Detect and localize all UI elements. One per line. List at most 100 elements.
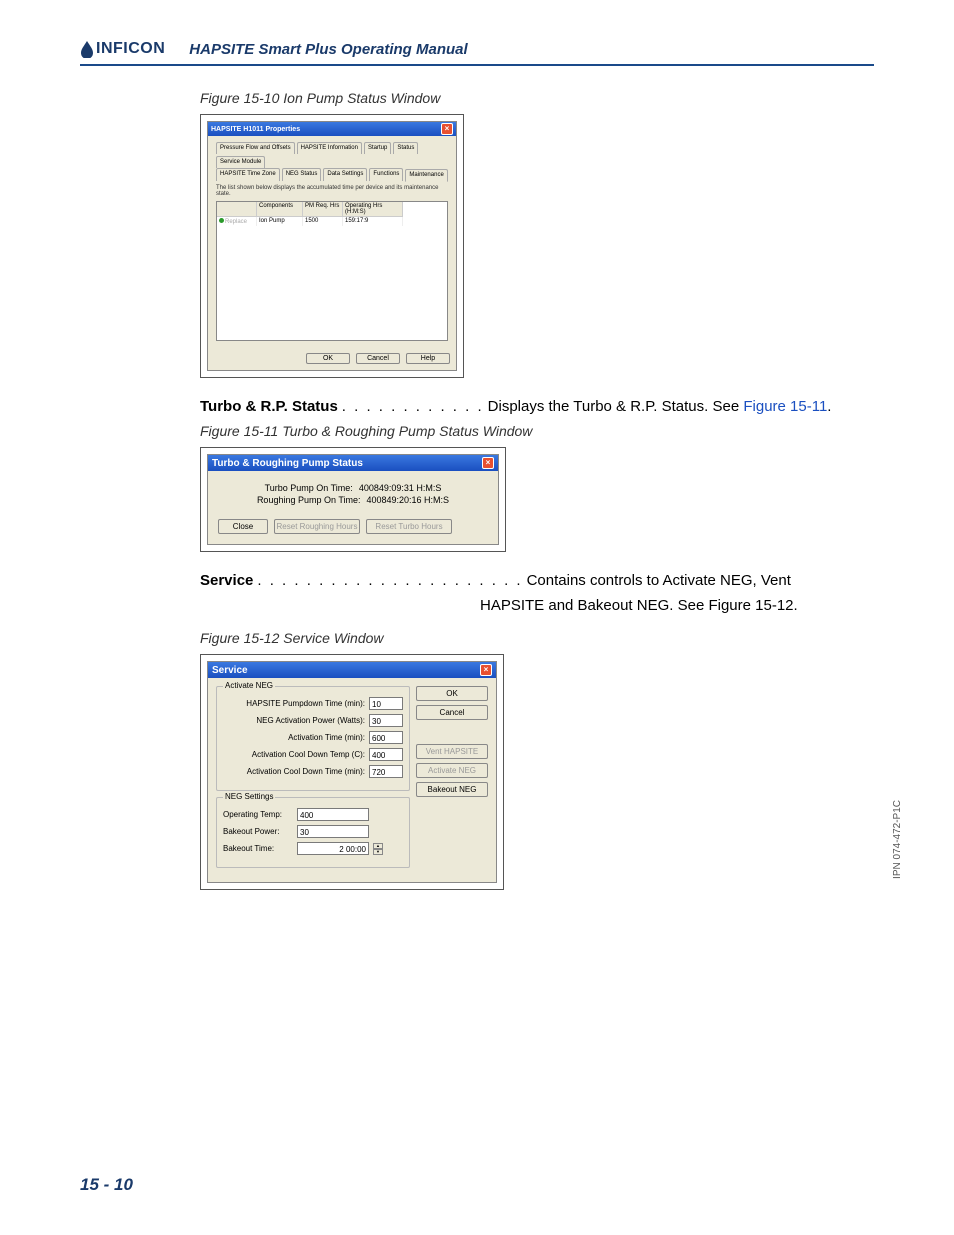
cooldown-temp-input[interactable]: 400: [369, 748, 403, 761]
cooldown-time-label: Activation Cool Down Time (min):: [223, 767, 365, 776]
page-header: INFICON HAPSITE Smart Plus Operating Man…: [80, 40, 874, 66]
figure-15-12-box: Service × Activate NEG HAPSITE Pumpdown …: [200, 654, 504, 890]
turbo-pump-label: Turbo Pump On Time:: [265, 483, 353, 493]
operating-temp-input[interactable]: 400: [297, 808, 369, 821]
op-cell: 159:17:9: [343, 217, 403, 226]
tab-service-module[interactable]: Service Module: [216, 156, 265, 168]
logo-text: INFICON: [96, 40, 165, 58]
tab-hapsite-info[interactable]: HAPSITE Information: [297, 142, 362, 154]
bakeout-neg-button[interactable]: Bakeout NEG: [416, 782, 488, 797]
roughing-pump-row: Roughing Pump On Time: 400849:20:16 H:M:…: [218, 495, 488, 505]
chevron-down-icon[interactable]: ▼: [373, 849, 383, 855]
activation-power-label: NEG Activation Power (Watts):: [223, 716, 365, 725]
close-icon[interactable]: ×: [441, 123, 453, 135]
turbo-dialog-titlebar[interactable]: Turbo & Roughing Pump Status ×: [208, 455, 498, 471]
tab-neg-status[interactable]: NEG Status: [282, 168, 322, 181]
service-entry: Service . . . . . . . . . . . . . . . . …: [200, 572, 874, 589]
bakeout-time-input[interactable]: 2 00:00: [297, 842, 369, 855]
dialog-button-row: OK Cancel Help: [208, 349, 456, 364]
status-cell: Replace: [217, 217, 257, 226]
activation-time-field: Activation Time (min): 600: [223, 731, 403, 744]
col-components: Components: [257, 202, 303, 217]
service-dialog-title: Service: [212, 665, 248, 676]
activation-time-label: Activation Time (min):: [223, 733, 365, 742]
bakeout-power-field: Bakeout Power: 30: [223, 825, 403, 838]
ipn-text: IPN 074-472-P1C: [892, 800, 903, 879]
col-pm: PM Req. Hrs: [303, 202, 343, 217]
activate-neg-legend: Activate NEG: [223, 681, 275, 690]
component-cell: Ion Pump: [257, 217, 303, 226]
cooldown-time-input[interactable]: 720: [369, 765, 403, 778]
logo-droplet-icon: [80, 40, 94, 58]
neg-settings-legend: NEG Settings: [223, 792, 275, 801]
reset-roughing-button[interactable]: Reset Roughing Hours: [274, 519, 360, 534]
cancel-button[interactable]: Cancel: [416, 705, 488, 720]
close-button[interactable]: Close: [218, 519, 268, 534]
pumpdown-input[interactable]: 10: [369, 697, 403, 710]
bakeout-time-spinner[interactable]: ▲ ▼: [373, 843, 383, 855]
page-body: INFICON HAPSITE Smart Plus Operating Man…: [80, 40, 874, 1195]
tab-data-settings[interactable]: Data Settings: [323, 168, 367, 181]
dots: . . . . . . . . . . . .: [338, 398, 488, 415]
inficon-logo: INFICON: [80, 40, 165, 58]
turbo-pump-row: Turbo Pump On Time: 400849:09:31 H:M:S: [218, 483, 488, 493]
figure-15-10-box: HAPSITE H1011 Properties × Pressure Flow…: [200, 114, 464, 378]
neg-settings-fieldset: NEG Settings Operating Temp: 400 Bakeout…: [216, 797, 410, 868]
activate-neg-fieldset: Activate NEG HAPSITE Pumpdown Time (min)…: [216, 686, 410, 791]
service-desc-line2: HAPSITE and Bakeout NEG. See Figure 15-1…: [480, 597, 874, 614]
maintenance-table: Components PM Req. Hrs Operating Hrs (H:…: [216, 201, 448, 341]
maintenance-info-text: The list shown below displays the accumu…: [216, 185, 448, 197]
tab-pressure-flow[interactable]: Pressure Flow and Offsets: [216, 142, 295, 154]
help-button[interactable]: Help: [406, 353, 450, 364]
hapsite-dialog-titlebar[interactable]: HAPSITE H1011 Properties ×: [208, 122, 456, 136]
hapsite-dialog-title: HAPSITE H1011 Properties: [211, 126, 300, 133]
cooldown-temp-field: Activation Cool Down Temp (C): 400: [223, 748, 403, 761]
figure-15-11-box: Turbo & Roughing Pump Status × Turbo Pum…: [200, 447, 506, 552]
tab-timezone[interactable]: HAPSITE Time Zone: [216, 168, 280, 181]
pm-cell: 1500: [303, 217, 343, 226]
bakeout-power-input[interactable]: 30: [297, 825, 369, 838]
cancel-button[interactable]: Cancel: [356, 353, 400, 364]
roughing-pump-value: 400849:20:16 H:M:S: [367, 495, 450, 505]
turbo-dialog-body: Turbo Pump On Time: 400849:09:31 H:M:S R…: [208, 471, 498, 544]
service-dialog: Service × Activate NEG HAPSITE Pumpdown …: [207, 661, 497, 883]
turbo-button-row: Close Reset Roughing Hours Reset Turbo H…: [218, 519, 488, 534]
figure-15-12-link[interactable]: Figure 15-12: [708, 597, 793, 614]
tab-functions[interactable]: Functions: [369, 168, 403, 181]
figure-15-11-link[interactable]: Figure 15-11: [743, 398, 827, 415]
tab-maintenance[interactable]: Maintenance: [405, 169, 447, 182]
manual-title: HAPSITE Smart Plus Operating Manual: [189, 41, 467, 58]
tab-startup[interactable]: Startup: [364, 142, 391, 154]
ok-button[interactable]: OK: [416, 686, 488, 701]
turbo-rp-status-entry: Turbo & R.P. Status . . . . . . . . . . …: [200, 398, 874, 415]
table-header: Components PM Req. Hrs Operating Hrs (H:…: [217, 202, 447, 217]
close-icon[interactable]: ×: [480, 664, 492, 676]
service-dialog-body: Activate NEG HAPSITE Pumpdown Time (min)…: [208, 678, 496, 882]
content-area: Figure 15-10 Ion Pump Status Window HAPS…: [200, 90, 874, 890]
tab-status[interactable]: Status: [393, 142, 418, 154]
figure-15-12-caption: Figure 15-12 Service Window: [200, 630, 874, 646]
service-right-buttons: OK Cancel Vent HAPSITE Activate NEG Bake…: [416, 686, 488, 874]
activation-time-input[interactable]: 600: [369, 731, 403, 744]
service-left-panel: Activate NEG HAPSITE Pumpdown Time (min)…: [216, 686, 410, 874]
close-icon[interactable]: ×: [482, 457, 494, 469]
hapsite-properties-dialog: HAPSITE H1011 Properties × Pressure Flow…: [207, 121, 457, 371]
dots: . . . . . . . . . . . . . . . . . . . . …: [253, 572, 526, 589]
page-number: 15 - 10: [80, 1175, 133, 1195]
vent-hapsite-button[interactable]: Vent HAPSITE: [416, 744, 488, 759]
turbo-status-dialog: Turbo & Roughing Pump Status × Turbo Pum…: [207, 454, 499, 545]
status-dot-icon: [219, 218, 224, 223]
hapsite-dialog-body: Pressure Flow and Offsets HAPSITE Inform…: [208, 136, 456, 349]
ok-button[interactable]: OK: [306, 353, 350, 364]
service-dialog-titlebar[interactable]: Service ×: [208, 662, 496, 678]
figure-15-11-caption: Figure 15-11 Turbo & Roughing Pump Statu…: [200, 423, 874, 439]
service-desc-line1: Contains controls to Activate NEG, Vent: [527, 572, 874, 589]
turbo-dialog-title: Turbo & Roughing Pump Status: [212, 458, 363, 469]
reset-turbo-button[interactable]: Reset Turbo Hours: [366, 519, 452, 534]
activate-neg-button[interactable]: Activate NEG: [416, 763, 488, 778]
table-row[interactable]: Replace Ion Pump 1500 159:17:9: [217, 217, 447, 226]
bakeout-time-label: Bakeout Time:: [223, 844, 293, 853]
activation-power-input[interactable]: 30: [369, 714, 403, 727]
turbo-pump-value: 400849:09:31 H:M:S: [359, 483, 442, 493]
activation-power-field: NEG Activation Power (Watts): 30: [223, 714, 403, 727]
